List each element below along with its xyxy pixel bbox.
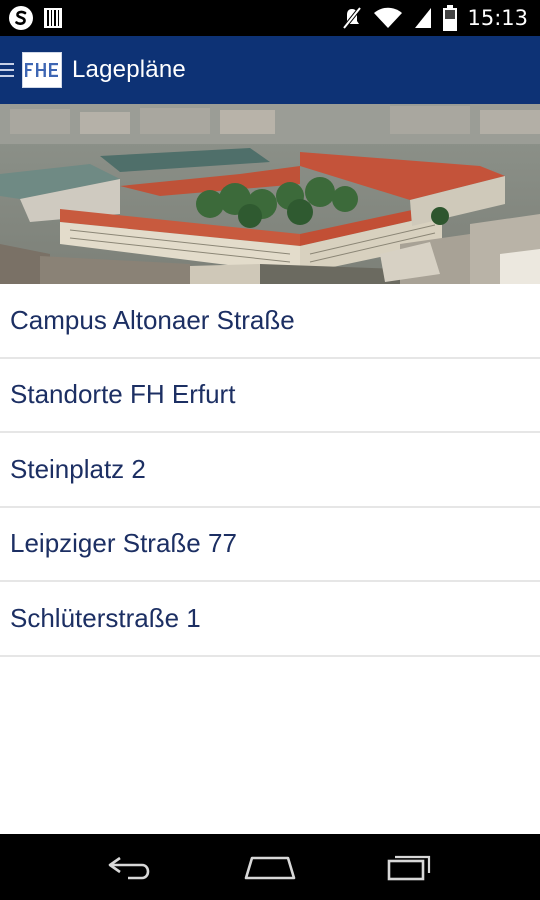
wifi-icon (373, 6, 403, 30)
list-item[interactable]: Leipziger Straße 77 (0, 508, 540, 582)
app-logo[interactable] (22, 52, 62, 88)
page-title: Lagepläne (72, 56, 186, 83)
back-icon[interactable] (90, 842, 170, 892)
s-app-icon (8, 5, 34, 31)
mute-icon (341, 6, 363, 30)
locations-list: Campus Altonaer Straße Standorte FH Erfu… (0, 284, 540, 834)
drawer-menu-icon[interactable] (0, 61, 16, 79)
campus-banner-image (0, 104, 540, 284)
list-item[interactable]: Schlüterstraße 1 (0, 582, 540, 657)
list-item[interactable]: Standorte FH Erfurt (0, 359, 540, 433)
battery-icon (443, 5, 458, 31)
list-item[interactable]: Steinplatz 2 (0, 433, 540, 508)
system-nav-bar (0, 834, 540, 900)
home-icon[interactable] (230, 842, 310, 892)
list-item[interactable]: Campus Altonaer Straße (0, 284, 540, 359)
clock: 15:13 (467, 6, 528, 30)
recents-icon[interactable] (370, 842, 450, 892)
barcode-icon (44, 7, 62, 29)
action-bar: Lagepläne (0, 36, 540, 104)
signal-icon (413, 6, 433, 30)
status-bar: 15:13 (0, 0, 540, 36)
